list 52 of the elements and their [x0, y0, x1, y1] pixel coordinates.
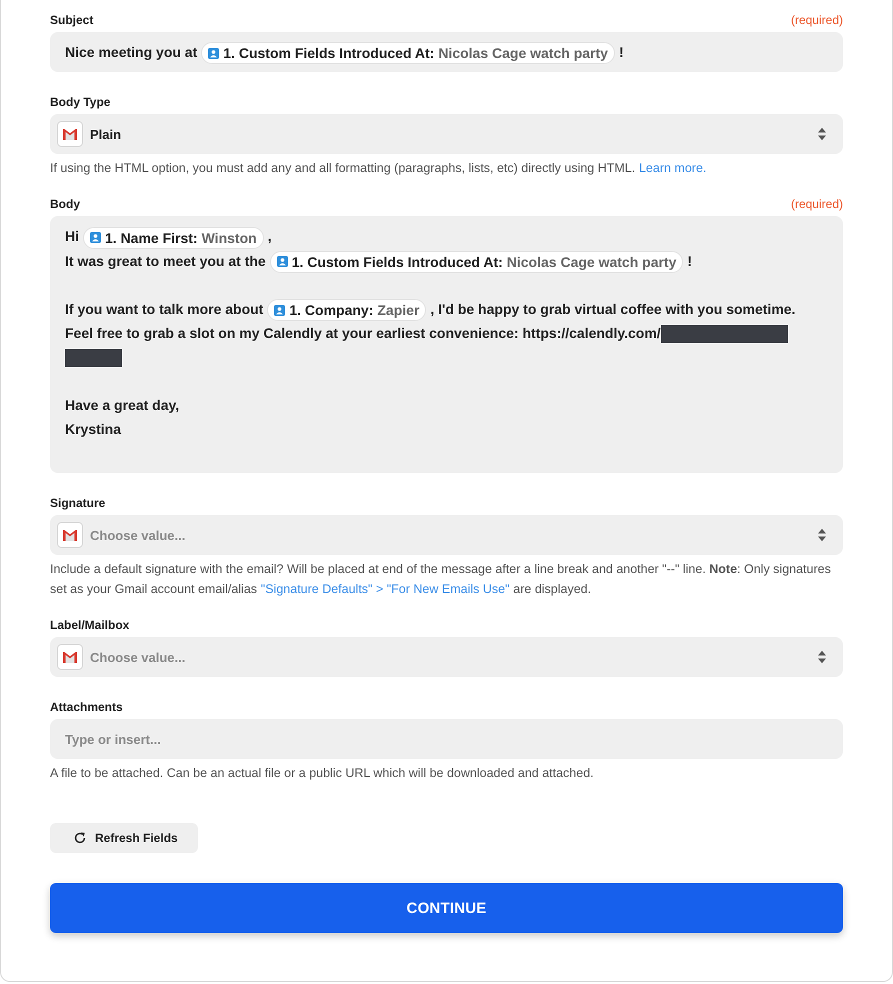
subject-text: Nice meeting you at [65, 44, 198, 60]
envelope-icon [57, 121, 83, 148]
redaction-block [65, 349, 122, 368]
envelope-icon [57, 522, 83, 548]
required-label: (required) [790, 12, 843, 28]
body-text: Krystina [65, 421, 122, 438]
field-label: Subject [50, 12, 94, 28]
person-icon [276, 256, 288, 268]
field-label: Label/Mailbox [50, 617, 130, 634]
pill-value: Nicolas Cage watch party [506, 252, 676, 272]
refresh-icon [74, 832, 86, 844]
help-text: A file to be attached. Can be an actual file or a public URL which will be downloaded and attached. [50, 765, 595, 782]
pill-label: 1. Custom Fields Introduced At: [292, 252, 503, 272]
field-pill[interactable]: 1. Custom Fields Introduced At: Nicolas Cage watch party [270, 250, 684, 273]
select-field[interactable]: Plain [50, 114, 843, 154]
field-pill[interactable]: 1. Custom Fields Introduced At: Nicolas Cage watch party [201, 42, 615, 64]
body-text: Have a great day, [65, 397, 180, 414]
subject-text: ! [618, 44, 624, 60]
field-label: Attachments [50, 699, 123, 716]
subject-field[interactable]: Nice meeting you at 1. Custom Fields Introduced At: Nicolas Cage watch party ! [50, 32, 843, 72]
pill-value: Nicolas Cage watch party [438, 44, 608, 64]
body-text: , I'd be happy to grab virtual coffee with you sometime. [430, 300, 796, 317]
body-text: If you want to talk more about [65, 300, 264, 317]
refresh-fields-button[interactable]: Refresh Fields [50, 823, 198, 854]
field-label: Signature [50, 495, 106, 512]
body-field[interactable] [50, 216, 843, 474]
body-text: Feel free to grab a slot on my Calendly at your earliest convenience: https://calendly.com/ [65, 325, 661, 342]
field-label: Body [50, 196, 80, 212]
help-text: If using the HTML option, you must add any and all formatting (paragraphs, lists, etc) directly using HTML. Learn more. [50, 160, 708, 178]
continue-button[interactable]: CONTINUE [50, 883, 843, 934]
field-label: Body Type [50, 94, 110, 110]
body-text: Hi [65, 228, 79, 244]
up-down-arrows-icon [818, 650, 826, 664]
up-down-arrows-icon [818, 127, 826, 142]
person-icon [208, 48, 220, 59]
required-label: (required) [790, 196, 843, 212]
field-pill[interactable]: 1. Name First: Winston [83, 226, 264, 249]
envelope-icon [57, 644, 83, 670]
body-text: ! [687, 252, 692, 269]
body-text: , [268, 228, 272, 244]
pill-value: Zapier [377, 301, 420, 320]
pill-label: 1. Name First: [105, 228, 198, 248]
help-text: Include a default signature with the email? Will be placed at end of the message after a line break and another "--" line. Note: Only signatures set as your Gmail account email/alias "Signature Defaults" > "For New Emails Use" are displayed. [50, 561, 832, 598]
body-text: It was great to meet you at the [65, 252, 266, 269]
input-field[interactable]: Type or insert... [50, 719, 843, 760]
person-icon [90, 232, 101, 244]
pill-label: 1. Company: [289, 301, 374, 320]
pill-value: Winston [202, 228, 257, 248]
field-pill[interactable]: 1. Company: Zapier [267, 299, 426, 322]
up-down-arrows-icon [818, 528, 826, 542]
person-icon [274, 304, 286, 316]
pill-label: 1. Custom Fields Introduced At: [223, 44, 434, 64]
